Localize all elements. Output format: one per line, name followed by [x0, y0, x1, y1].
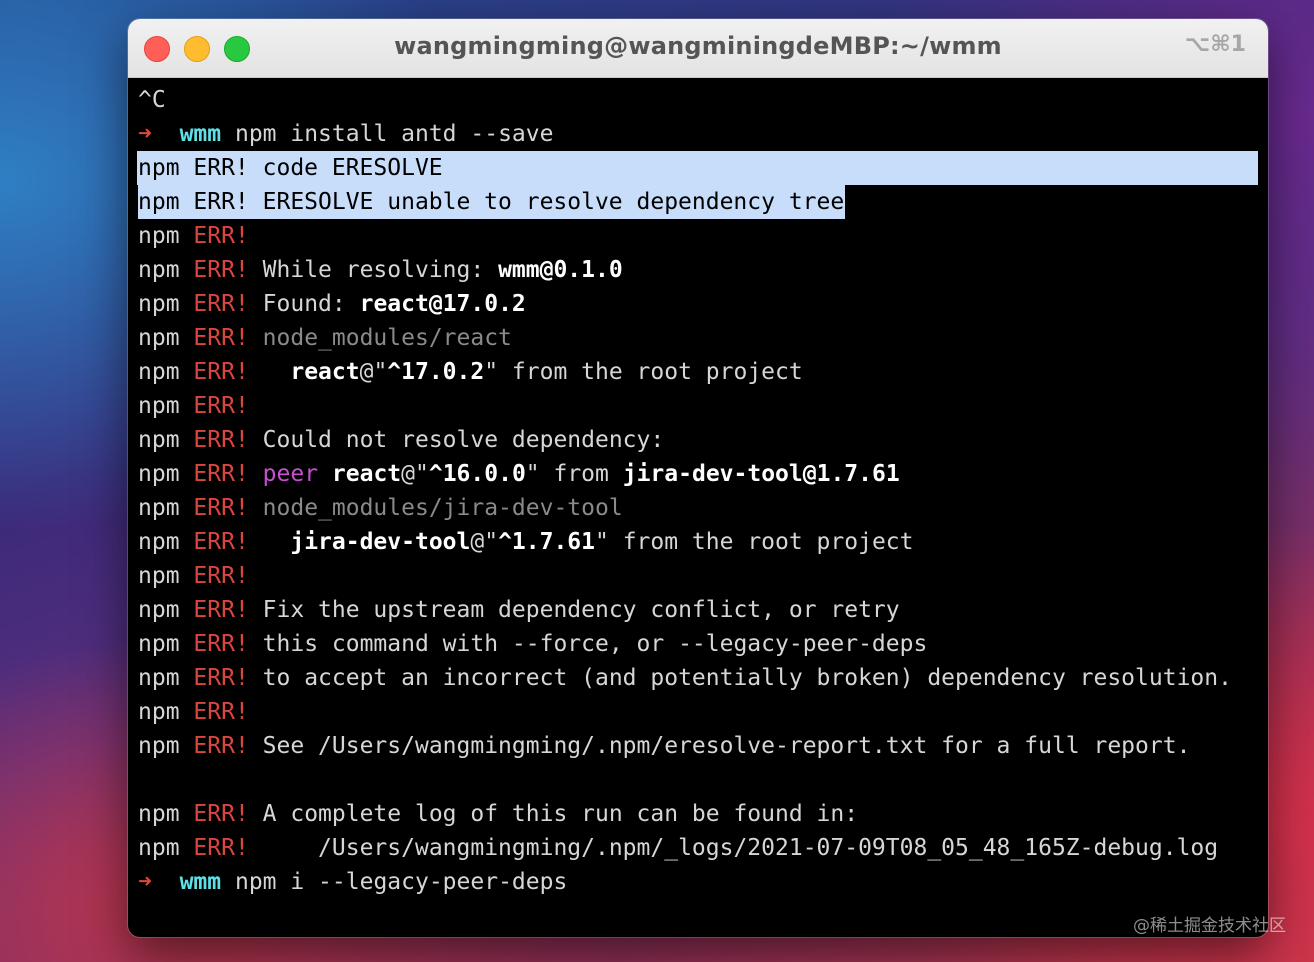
- command-text: npm i --legacy-peer-deps: [234, 869, 568, 895]
- terminal-line: npm ERR! this command with --force, or -…: [138, 631, 928, 657]
- terminal-line: npm ERR! peer react@"^16.0.0" from jira-…: [138, 461, 900, 487]
- terminal-line: npm ERR! node_modules/react: [138, 325, 512, 351]
- watermark: @稀土掘金技术社区: [1133, 916, 1286, 936]
- selected-line[interactable]: npm ERR! code ERESOLVE: [137, 151, 1258, 185]
- selected-text[interactable]: npm ERR! ERESOLVE unable to resolve depe…: [138, 185, 846, 219]
- terminal-line: npm ERR!: [138, 699, 249, 725]
- terminal-line: ^C: [138, 87, 166, 113]
- command-text: npm install antd --save: [234, 121, 554, 147]
- terminal-line: npm ERR! react@"^17.0.2" from the root p…: [138, 359, 803, 385]
- prompt-arrow-icon: ➜: [138, 869, 152, 895]
- prompt-arrow-icon: ➜: [138, 121, 152, 147]
- terminal-line: npm ERR! /Users/wangmingming/.npm/_logs/…: [138, 835, 1219, 861]
- terminal-line: npm ERR!: [138, 393, 249, 419]
- prompt-dir: wmm: [179, 869, 222, 895]
- terminal-line: npm ERR! While resolving: wmm@0.1.0: [138, 257, 623, 283]
- terminal-line: npm ERR! node_modules/jira-dev-tool: [138, 495, 623, 521]
- terminal-line: ➜ wmm npm install antd --save: [138, 117, 1268, 151]
- terminal-line: ➜ wmm npm i --legacy-peer-deps: [138, 865, 1268, 899]
- title-bar[interactable]: wangmingming@wangminingdeMBP:~/wmm ⌥⌘1: [128, 19, 1268, 78]
- prompt-dir: wmm: [179, 121, 222, 147]
- terminal-line: npm ERR! to accept an incorrect (and pot…: [138, 665, 1232, 691]
- terminal-line: npm ERR! Could not resolve dependency:: [138, 427, 665, 453]
- terminal-output[interactable]: ^C ➜ wmm npm install antd --save npm ERR…: [128, 78, 1268, 937]
- window-shortcut: ⌥⌘1: [1184, 32, 1246, 57]
- terminal-line: npm ERR!: [138, 563, 249, 589]
- terminal-line: npm ERR! Fix the upstream dependency con…: [138, 597, 900, 623]
- terminal-line: npm ERR! A complete log of this run can …: [138, 801, 859, 827]
- terminal-line: npm ERR! jira-dev-tool@"^1.7.61" from th…: [138, 529, 914, 555]
- terminal-line: npm ERR! ERESOLVE unable to resolve depe…: [138, 185, 1268, 219]
- terminal-line: npm ERR!: [138, 223, 249, 249]
- terminal-line: npm ERR! See /Users/wangmingming/.npm/er…: [138, 733, 1191, 759]
- window-title: wangmingming@wangminingdeMBP:~/wmm: [394, 32, 1002, 60]
- terminal-line: npm ERR! Found: react@17.0.2: [138, 291, 526, 317]
- terminal-window[interactable]: wangmingming@wangminingdeMBP:~/wmm ⌥⌘1 ^…: [128, 19, 1268, 937]
